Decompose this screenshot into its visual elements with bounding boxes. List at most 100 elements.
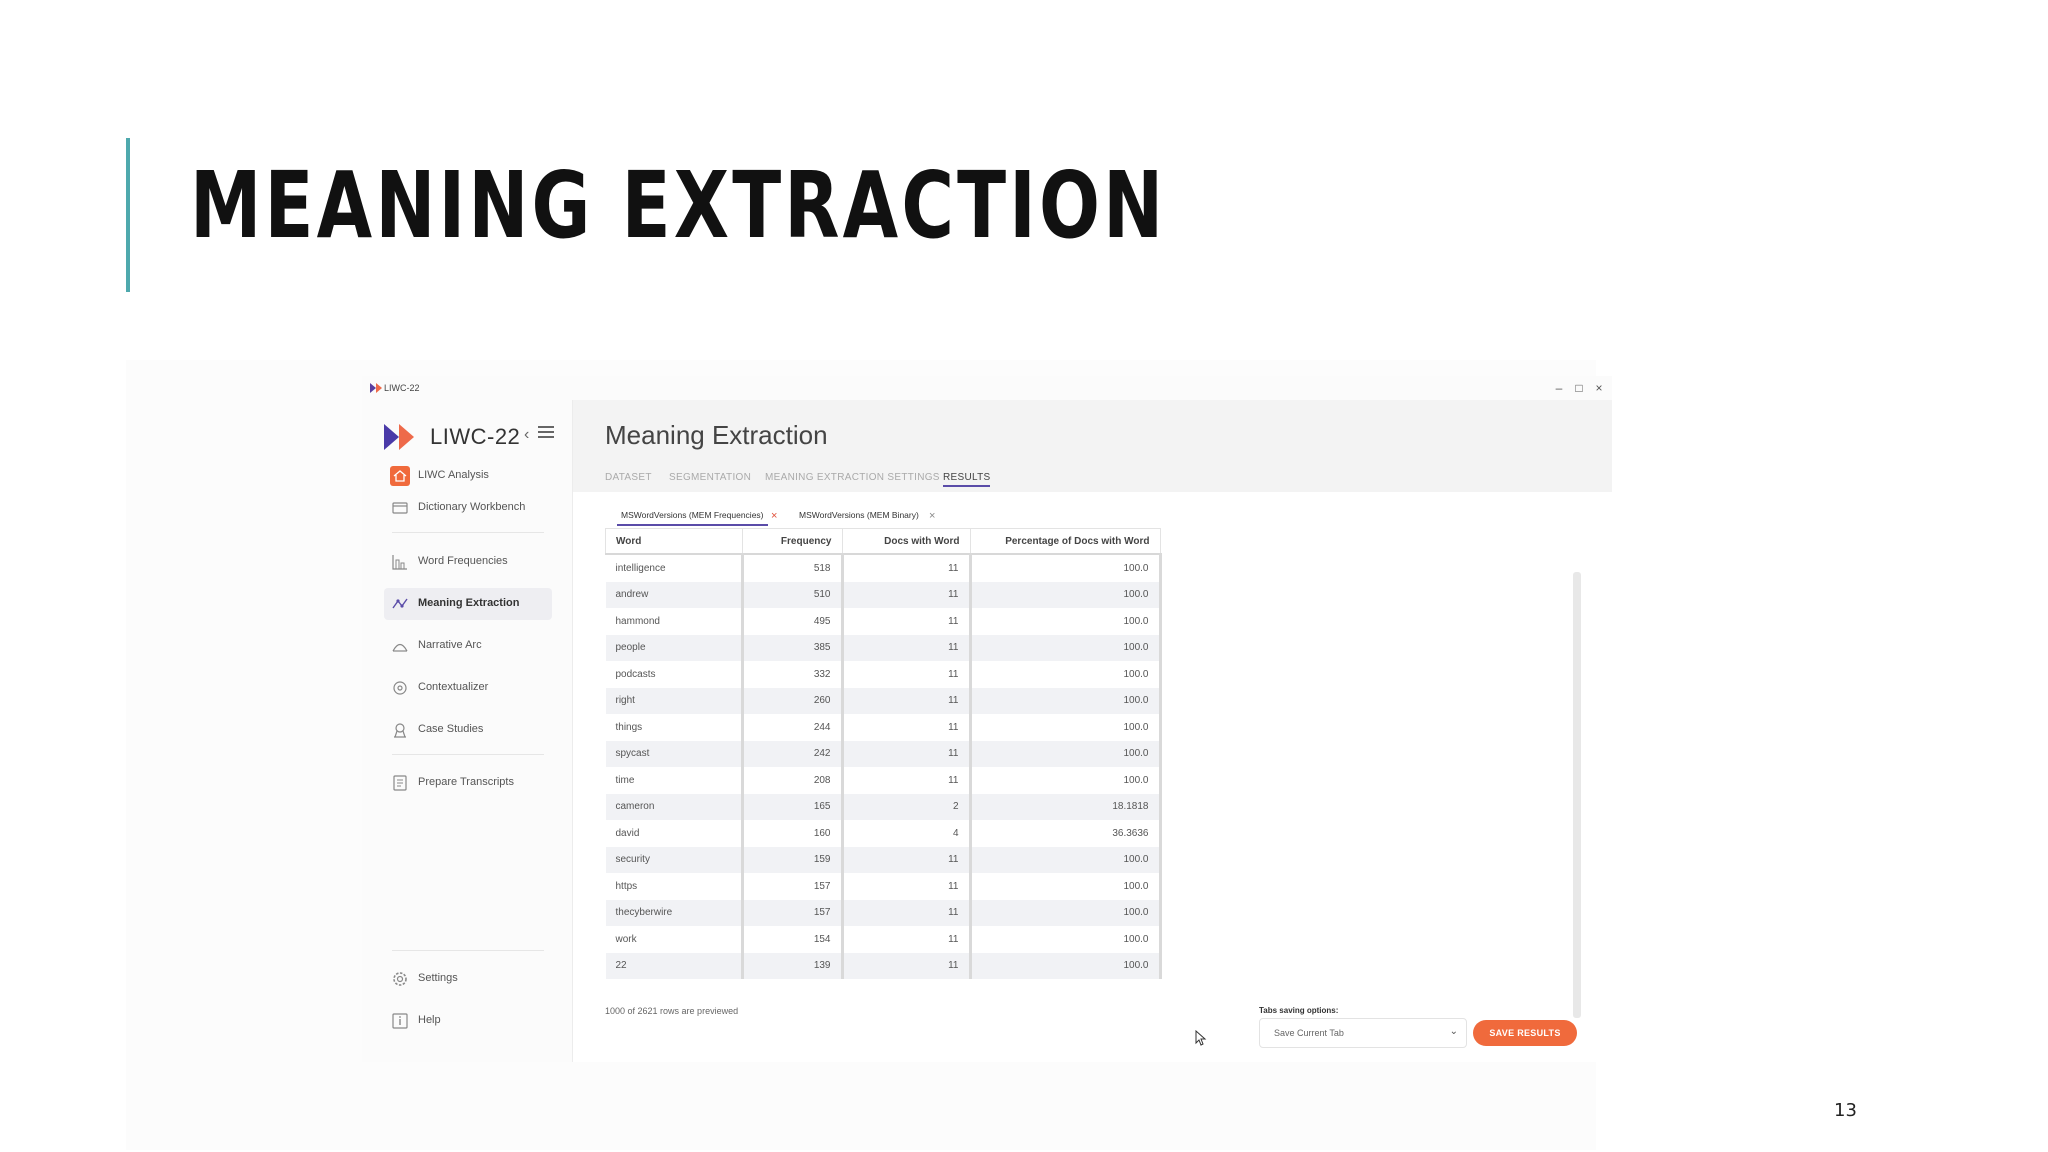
window-title: LIWC-22 xyxy=(384,383,420,393)
table-row[interactable]: cameron 165 2 18.1818 xyxy=(605,793,1162,820)
home-icon xyxy=(390,466,410,486)
table-scrollbar[interactable] xyxy=(1573,572,1581,1018)
result-tab-mem-binary[interactable]: MSWordVersions (MEM Binary) xyxy=(795,510,923,524)
tab-dataset[interactable]: DATASET xyxy=(605,472,652,483)
sidebar-item-contextualizer[interactable]: Contextualizer xyxy=(384,672,552,704)
sidebar-item-label: Help xyxy=(418,1014,441,1026)
table-header-row: Word Frequency Docs with Word Percentage… xyxy=(605,528,1161,555)
dictionary-icon xyxy=(392,502,408,514)
close-tab-icon[interactable]: × xyxy=(771,510,777,522)
table-row[interactable]: podcasts 332 11 100.0 xyxy=(605,661,1162,688)
maximize-button[interactable]: □ xyxy=(1570,379,1588,397)
slide-page-number: 13 xyxy=(1834,1100,1857,1121)
cell-percentage: 100.0 xyxy=(970,767,1162,794)
cell-percentage: 100.0 xyxy=(970,873,1162,900)
table-row[interactable]: thecyberwire 157 11 100.0 xyxy=(605,899,1162,926)
cell-docs-with-word: 11 xyxy=(842,687,972,714)
column-header-word[interactable]: Word xyxy=(605,528,743,555)
table-row[interactable]: time 208 11 100.0 xyxy=(605,767,1162,794)
sidebar-item-meaning-extraction[interactable]: Meaning Extraction xyxy=(384,588,552,620)
column-header-frequency[interactable]: Frequency xyxy=(741,528,843,555)
liwc-logo-icon xyxy=(384,424,414,450)
sidebar-item-settings[interactable]: Settings xyxy=(384,963,552,995)
table-row[interactable]: spycast 242 11 100.0 xyxy=(605,740,1162,767)
cell-percentage: 100.0 xyxy=(970,581,1162,608)
cell-frequency: 165 xyxy=(742,793,844,820)
cell-percentage: 100.0 xyxy=(970,661,1162,688)
cell-word: andrew xyxy=(605,581,744,608)
tabs-saving-options-select[interactable]: Save Current Tab ⌄ xyxy=(1259,1018,1467,1048)
cell-word: david xyxy=(605,820,744,847)
cell-frequency: 510 xyxy=(742,581,844,608)
table-row[interactable]: people 385 11 100.0 xyxy=(605,634,1162,661)
cell-percentage: 100.0 xyxy=(970,846,1162,873)
cell-percentage: 100.0 xyxy=(970,952,1162,979)
tab-meaning-extraction-settings[interactable]: MEANING EXTRACTION SETTINGS xyxy=(765,472,940,483)
case-studies-icon xyxy=(394,723,406,738)
sidebar-divider xyxy=(392,950,544,951)
tabs-saving-options-label: Tabs saving options: xyxy=(1259,1006,1339,1015)
cell-frequency: 154 xyxy=(742,926,844,953)
cell-frequency: 208 xyxy=(742,767,844,794)
cell-docs-with-word: 11 xyxy=(842,714,972,741)
collapse-sidebar-icon[interactable]: ‹ xyxy=(524,426,529,444)
result-tab-mem-frequencies[interactable]: MSWordVersions (MEM Frequencies) xyxy=(617,510,768,526)
cell-docs-with-word: 11 xyxy=(842,554,972,582)
table-row[interactable]: andrew 510 11 100.0 xyxy=(605,581,1162,608)
table-row[interactable]: intelligence 518 11 100.0 xyxy=(605,554,1162,582)
cell-docs-with-word: 11 xyxy=(842,846,972,873)
chevron-down-icon: ⌄ xyxy=(1449,1026,1458,1037)
close-tab-icon[interactable]: × xyxy=(929,510,935,522)
cell-word: hammond xyxy=(605,608,744,635)
cell-percentage: 100.0 xyxy=(970,926,1162,953)
tab-results[interactable]: RESULTS xyxy=(943,472,991,487)
cell-percentage: 100.0 xyxy=(970,608,1162,635)
column-header-docs-with-word[interactable]: Docs with Word xyxy=(841,528,971,555)
window-titlebar: LIWC-22 – □ × xyxy=(362,376,1612,400)
table-row[interactable]: 22 139 11 100.0 xyxy=(605,952,1162,979)
cell-word: https xyxy=(605,873,744,900)
table-body: intelligence 518 11 100.0 andrew 510 11 100.0 ha… xyxy=(605,554,1162,979)
cell-docs-with-word: 11 xyxy=(842,634,972,661)
cell-docs-with-word: 11 xyxy=(842,873,972,900)
cell-docs-with-word: 11 xyxy=(842,952,972,979)
sidebar-item-narrative-arc[interactable]: Narrative Arc xyxy=(384,630,552,662)
contextualizer-icon xyxy=(393,681,407,695)
sidebar-divider xyxy=(392,754,544,755)
cell-docs-with-word: 11 xyxy=(842,608,972,635)
minimize-button[interactable]: – xyxy=(1550,379,1568,397)
table-row[interactable]: security 159 11 100.0 xyxy=(605,846,1162,873)
mouse-cursor-icon xyxy=(1195,1030,1207,1046)
app-name: LIWC-22 xyxy=(430,424,521,449)
sidebar-item-word-frequencies[interactable]: Word Frequencies xyxy=(384,546,552,578)
sidebar-item-help[interactable]: Help xyxy=(384,1005,552,1037)
table-row[interactable]: right 260 11 100.0 xyxy=(605,687,1162,714)
table-row[interactable]: david 160 4 36.3636 xyxy=(605,820,1162,847)
cell-frequency: 139 xyxy=(742,952,844,979)
column-header-percentage[interactable]: Percentage of Docs with Word xyxy=(969,528,1161,555)
hamburger-menu-icon[interactable] xyxy=(538,426,554,440)
save-results-button[interactable]: SAVE RESULTS xyxy=(1473,1020,1577,1046)
tab-segmentation[interactable]: SEGMENTATION xyxy=(669,472,751,483)
sidebar-item-case-studies[interactable]: Case Studies xyxy=(384,714,552,746)
cell-word: cameron xyxy=(605,793,744,820)
sidebar-item-prepare-transcripts[interactable]: Prepare Transcripts xyxy=(384,767,552,799)
sidebar-divider xyxy=(392,532,544,533)
meaning-extraction-icon xyxy=(392,598,408,609)
close-button[interactable]: × xyxy=(1590,379,1608,397)
cell-frequency: 160 xyxy=(742,820,844,847)
table-row[interactable]: https 157 11 100.0 xyxy=(605,873,1162,900)
cell-frequency: 260 xyxy=(742,687,844,714)
cell-word: things xyxy=(605,714,744,741)
table-row[interactable]: hammond 495 11 100.0 xyxy=(605,608,1162,635)
cell-percentage: 100.0 xyxy=(970,899,1162,926)
sidebar-item-liwc-analysis[interactable]: LIWC Analysis xyxy=(384,460,552,492)
sidebar-item-label: Case Studies xyxy=(418,723,484,735)
table-row[interactable]: work 154 11 100.0 xyxy=(605,926,1162,953)
cell-word: work xyxy=(605,926,744,953)
sidebar-item-dictionary-workbench[interactable]: Dictionary Workbench xyxy=(384,492,552,524)
slide-title: MEANING EXTRACTION xyxy=(190,152,1167,259)
table-row[interactable]: things 244 11 100.0 xyxy=(605,714,1162,741)
cell-word: spycast xyxy=(605,740,744,767)
sidebar-item-label: Prepare Transcripts xyxy=(418,776,514,788)
